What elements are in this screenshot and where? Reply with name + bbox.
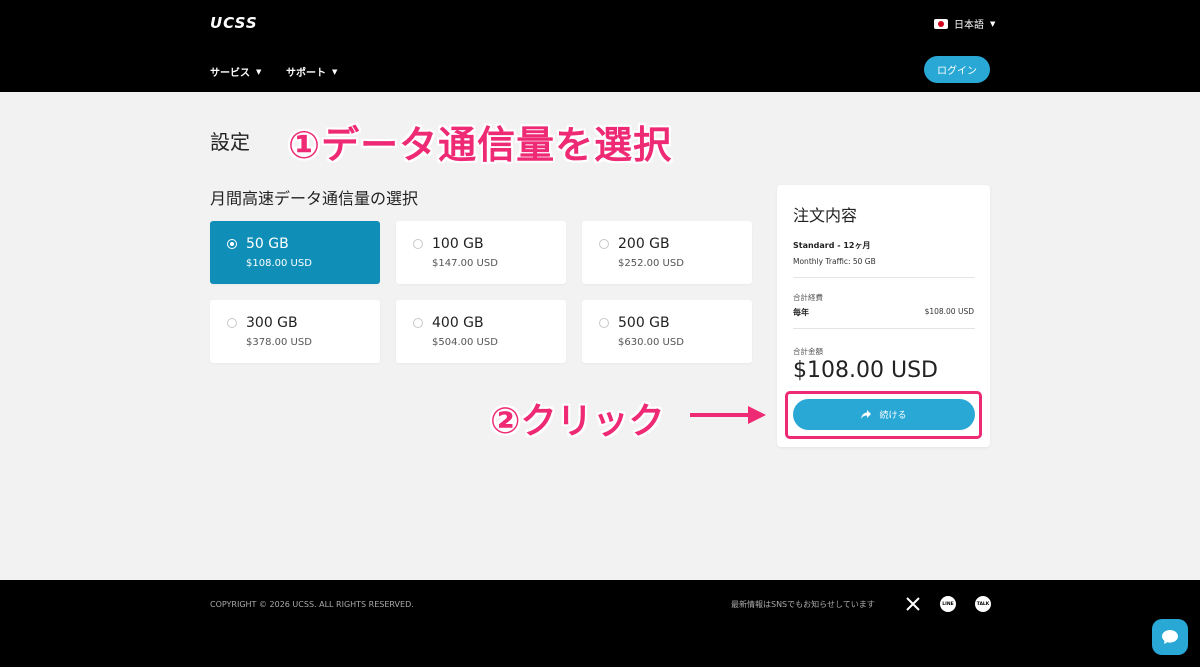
radio-button[interactable] bbox=[413, 318, 423, 328]
total-label: 合計金額 bbox=[793, 347, 823, 356]
nav-services-label: サービス bbox=[210, 68, 250, 79]
plan-price: $108.00 USD bbox=[246, 258, 312, 269]
site-header: UCSS 日本語 ▼ サービス ▼ サポート ▼ ログイン bbox=[0, 0, 1200, 92]
annotation-click: ②クリック bbox=[490, 401, 665, 442]
language-label: 日本語 bbox=[954, 20, 984, 31]
order-plan-line: Standard - 12ヶ月 bbox=[793, 241, 871, 250]
plan-price: $630.00 USD bbox=[618, 337, 684, 348]
page-title: 設定 bbox=[210, 130, 250, 154]
annotation-arrow-icon bbox=[690, 406, 766, 424]
radio-button[interactable] bbox=[227, 239, 237, 249]
plan-size: 50 GB bbox=[246, 236, 289, 252]
plan-size: 200 GB bbox=[618, 236, 670, 252]
annotation-highlight-box bbox=[785, 391, 982, 439]
plan-size: 100 GB bbox=[432, 236, 484, 252]
language-selector[interactable]: 日本語 ▼ bbox=[934, 16, 995, 31]
radio-button[interactable] bbox=[227, 318, 237, 328]
caret-down-icon: ▼ bbox=[256, 67, 262, 76]
annotation-select-data: ①データ通信量を選択 bbox=[288, 123, 673, 167]
login-button[interactable]: ログイン bbox=[924, 56, 990, 83]
nav-support-label: サポート bbox=[286, 68, 326, 79]
caret-down-icon: ▼ bbox=[990, 19, 996, 28]
kakaotalk-icon[interactable]: TALK bbox=[975, 596, 991, 612]
plan-price: $252.00 USD bbox=[618, 258, 684, 269]
talk-icon-text: TALK bbox=[976, 601, 990, 607]
plan-option-50gb[interactable]: 50 GB $108.00 USD bbox=[210, 221, 380, 284]
x-twitter-icon[interactable] bbox=[905, 596, 921, 612]
caret-down-icon: ▼ bbox=[332, 67, 338, 76]
plan-option-200gb[interactable]: 200 GB $252.00 USD bbox=[582, 221, 752, 284]
plan-size: 500 GB bbox=[618, 315, 670, 331]
order-traffic-line: Monthly Traffic: 50 GB bbox=[793, 257, 876, 266]
data-selection-heading: 月間高速データ通信量の選択 bbox=[210, 189, 419, 208]
divider bbox=[793, 328, 975, 329]
radio-button[interactable] bbox=[413, 239, 423, 249]
chat-bubble-icon bbox=[1162, 630, 1178, 644]
line-icon-text: LINE bbox=[942, 601, 954, 607]
nav-support[interactable]: サポート ▼ bbox=[286, 64, 338, 80]
plan-size: 300 GB bbox=[246, 315, 298, 331]
sns-text: 最新情報はSNSでもお知らせしています bbox=[731, 600, 875, 609]
line-icon[interactable]: LINE bbox=[940, 596, 956, 612]
nav-services[interactable]: サービス ▼ bbox=[210, 64, 262, 80]
radio-button[interactable] bbox=[599, 318, 609, 328]
plan-size: 400 GB bbox=[432, 315, 484, 331]
plan-option-500gb[interactable]: 500 GB $630.00 USD bbox=[582, 300, 752, 363]
site-footer: COPYRIGHT © 2026 UCSS. ALL RIGHTS RESERV… bbox=[0, 580, 1200, 667]
plan-price: $147.00 USD bbox=[432, 258, 498, 269]
total-amount: $108.00 USD bbox=[793, 358, 938, 383]
plan-option-300gb[interactable]: 300 GB $378.00 USD bbox=[210, 300, 380, 363]
radio-button[interactable] bbox=[599, 239, 609, 249]
divider bbox=[793, 277, 975, 278]
copyright-text: COPYRIGHT © 2026 UCSS. ALL RIGHTS RESERV… bbox=[210, 600, 414, 609]
plan-option-400gb[interactable]: 400 GB $504.00 USD bbox=[396, 300, 566, 363]
plan-option-100gb[interactable]: 100 GB $147.00 USD bbox=[396, 221, 566, 284]
plan-price: $504.00 USD bbox=[432, 337, 498, 348]
site-logo[interactable]: UCSS bbox=[210, 14, 258, 32]
order-summary-title: 注文内容 bbox=[793, 206, 858, 225]
plan-price: $378.00 USD bbox=[246, 337, 312, 348]
japan-flag-icon bbox=[934, 18, 948, 29]
chat-button[interactable] bbox=[1152, 619, 1188, 655]
yearly-label: 毎年 bbox=[793, 308, 809, 317]
yearly-amount: $108.00 USD bbox=[924, 307, 974, 316]
subtotal-label: 合計経費 bbox=[793, 293, 823, 302]
